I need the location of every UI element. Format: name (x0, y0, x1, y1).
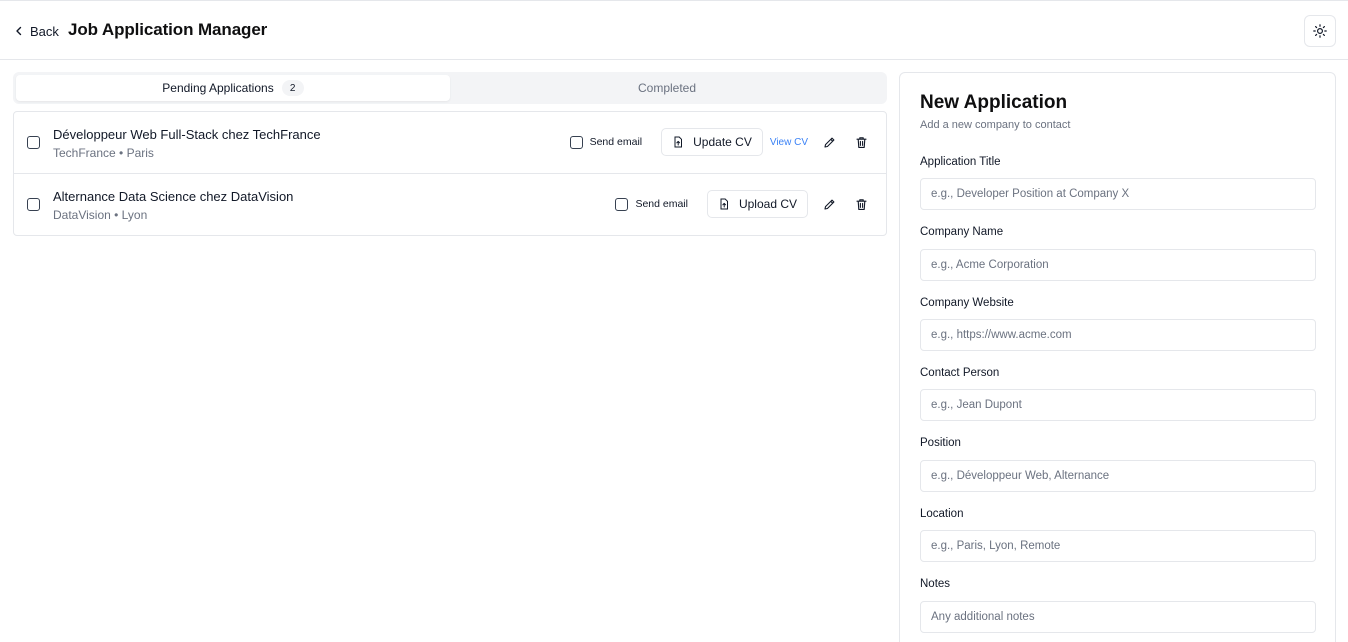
company-name-label: Company Name (920, 226, 1004, 238)
delete-button[interactable] (850, 193, 872, 215)
application-title: Alternance Data Science chez DataVision (53, 189, 294, 204)
edit-button[interactable] (818, 131, 840, 153)
send-email-label: Send email (635, 198, 688, 210)
pending-count-badge: 2 (281, 80, 304, 96)
application-row: Développeur Web Full-Stack chez TechFran… (14, 112, 886, 174)
position-input[interactable] (920, 460, 1316, 492)
delete-button[interactable] (850, 131, 872, 153)
tab-label: Pending Applications (162, 81, 274, 95)
location-label: Location (920, 508, 964, 520)
back-label: Back (30, 23, 59, 39)
view-cv-link[interactable]: View CV (770, 137, 808, 148)
theme-toggle-button[interactable] (1304, 15, 1336, 47)
trash-icon (855, 136, 867, 148)
row-actions: Send email Upload CV (615, 190, 872, 218)
form-subtitle: Add a new company to contact (920, 119, 1071, 131)
send-email-label: Send email (589, 136, 643, 148)
application-tabs: Pending Applications 2 Completed (13, 72, 887, 104)
application-title-label: Application Title (920, 156, 1001, 168)
file-upload-icon (720, 198, 728, 210)
notes-input[interactable] (920, 601, 1316, 633)
select-application-checkbox[interactable] (27, 198, 40, 211)
tab-pending-applications[interactable]: Pending Applications 2 (16, 75, 450, 101)
row-actions: Send email Update CV View CV (569, 128, 872, 156)
chevron-left-icon (16, 26, 22, 36)
sun-icon (1313, 24, 1327, 38)
trash-icon (855, 198, 867, 210)
notes-label: Notes (920, 578, 951, 590)
application-row: Alternance Data Science chez DataVision … (14, 174, 886, 236)
send-email-checkbox[interactable] (569, 135, 583, 149)
pencil-icon (823, 199, 834, 210)
select-application-checkbox[interactable] (27, 136, 40, 149)
edit-button[interactable] (818, 193, 840, 215)
company-website-label: Company Website (920, 297, 1014, 309)
top-bar: Back Job Application Manager (0, 0, 1348, 60)
page-title: Job Application Manager (68, 20, 268, 39)
application-company-location: TechFrance • Paris (53, 146, 154, 160)
send-email-checkbox[interactable] (615, 197, 629, 211)
form-title: New Application (920, 92, 1068, 113)
application-company-location: DataVision • Lyon (53, 208, 148, 222)
new-application-panel: New Application Add a new company to con… (899, 72, 1336, 642)
pencil-icon (823, 137, 834, 148)
file-upload-icon (674, 136, 683, 148)
back-button[interactable]: Back (14, 21, 59, 41)
update-cv-button[interactable]: Update CV (661, 128, 763, 156)
company-name-input[interactable] (920, 249, 1316, 281)
contact-person-input[interactable] (920, 389, 1316, 421)
application-list: Développeur Web Full-Stack chez TechFran… (13, 111, 887, 236)
tab-completed[interactable]: Completed (450, 75, 884, 101)
cv-button-label: Update CV (693, 135, 752, 149)
contact-person-label: Contact Person (920, 367, 1000, 379)
company-website-input[interactable] (920, 319, 1316, 351)
location-input[interactable] (920, 530, 1316, 562)
application-title: Développeur Web Full-Stack chez TechFran… (53, 127, 321, 142)
tab-label: Completed (637, 81, 697, 95)
application-title-input[interactable] (920, 178, 1316, 210)
cv-button-label: Upload CV (738, 197, 797, 211)
upload-cv-button[interactable]: Upload CV (706, 190, 808, 218)
position-label: Position (920, 437, 961, 449)
